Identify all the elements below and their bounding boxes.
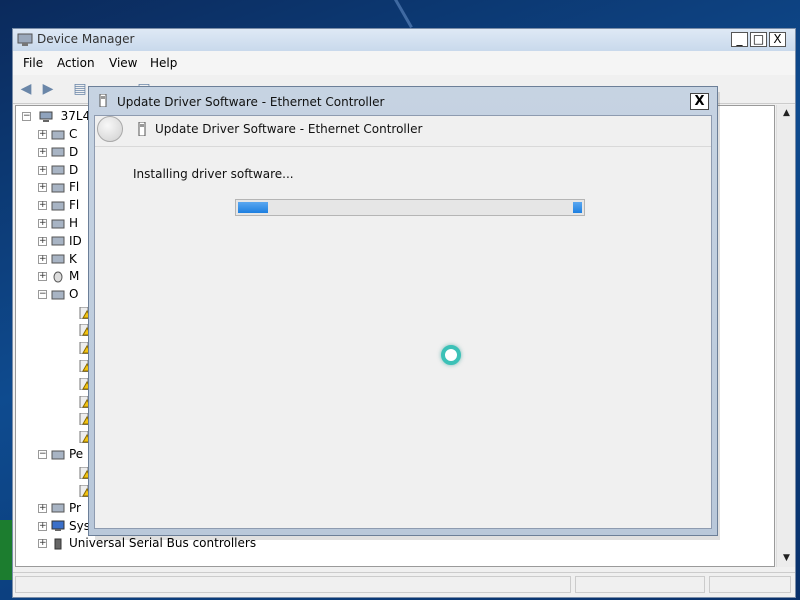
expand-icon[interactable]: + — [38, 147, 47, 157]
collapse-icon[interactable]: − — [38, 450, 47, 460]
tree-root[interactable]: − 37L42 — [22, 107, 98, 125]
tree-item[interactable]: + Fl — [38, 196, 79, 214]
progress-segment — [238, 202, 268, 213]
menu-help[interactable]: Help — [150, 56, 177, 70]
system-devices-icon — [51, 520, 65, 532]
expand-icon[interactable]: + — [38, 503, 47, 513]
expand-icon[interactable]: + — [38, 539, 47, 549]
usb-icon — [54, 538, 62, 550]
install-status-text: Installing driver software... — [133, 167, 294, 181]
tree-item-label: H — [69, 216, 79, 230]
tree-item-label: Fl — [69, 198, 80, 213]
processor-icon — [51, 503, 65, 513]
expand-icon[interactable]: + — [38, 219, 47, 228]
install-progress-bar — [235, 199, 585, 216]
collapse-icon[interactable]: − — [22, 112, 31, 121]
ports-icon — [51, 450, 65, 460]
back-button[interactable] — [97, 116, 123, 142]
maximize-button[interactable]: □ — [750, 32, 767, 47]
network-card-icon — [99, 94, 107, 107]
expand-icon[interactable]: + — [38, 521, 47, 531]
computer-icon — [39, 111, 53, 122]
status-cell-main — [15, 576, 571, 593]
desktop-gadget-sliver — [0, 520, 12, 580]
scroll-up-icon[interactable]: ▲ — [777, 105, 796, 122]
dialog-titlebar[interactable]: Update Driver Software - Ethernet Contro… — [89, 87, 717, 115]
desktop-background-streak — [390, 0, 413, 29]
close-button[interactable]: X — [769, 32, 786, 47]
tree-item-label: Pr — [69, 500, 81, 515]
status-cell-3 — [709, 576, 791, 593]
dialog-client-area: Update Driver Software - Ethernet Contro… — [94, 115, 712, 529]
keyboard-icon — [51, 254, 65, 264]
computer-icon — [51, 130, 65, 139]
device-manager-title: Device Manager — [37, 32, 135, 46]
progress-segment — [573, 202, 582, 213]
menu-file[interactable]: File — [23, 56, 43, 70]
tree-item[interactable]: − O — [38, 285, 78, 303]
mouse-icon — [53, 271, 63, 283]
dialog-header: Update Driver Software - Ethernet Contro… — [95, 116, 711, 147]
tree-item[interactable]: + H — [38, 214, 78, 232]
tree-item-label: D — [69, 162, 79, 177]
network-card-icon — [138, 122, 146, 136]
dialog-title: Update Driver Software - Ethernet Contro… — [117, 95, 385, 109]
busy-spinner-icon — [441, 345, 461, 365]
expand-icon[interactable]: + — [38, 272, 47, 282]
tree-item[interactable]: + C — [38, 125, 77, 143]
vertical-scrollbar[interactable]: ▲ ▼ — [776, 105, 795, 567]
status-cell-2 — [575, 576, 705, 593]
floppy-controller-icon — [51, 201, 65, 211]
menu-action[interactable]: Action — [57, 56, 95, 70]
dialog-close-button[interactable]: X — [690, 93, 709, 110]
device-manager-icon — [17, 33, 33, 46]
menu-bar: File Action View Help — [13, 51, 795, 76]
tree-item-label: Pe — [69, 447, 84, 462]
forward-arrow-icon[interactable]: ▶ — [39, 81, 57, 97]
tree-item[interactable]: + D — [38, 161, 78, 179]
expand-icon[interactable]: + — [38, 254, 47, 264]
tree-item[interactable]: + ID — [38, 232, 82, 250]
tree-item[interactable]: + M — [38, 267, 79, 285]
other-devices-icon — [51, 290, 65, 300]
expand-icon[interactable]: + — [38, 201, 47, 211]
tree-item[interactable]: + D — [38, 143, 78, 161]
tree-item-label: ID — [69, 233, 82, 248]
tree-item-label: O — [69, 287, 79, 302]
dialog-header-title: Update Driver Software - Ethernet Contro… — [155, 122, 423, 136]
display-icon — [51, 165, 65, 175]
scroll-down-icon[interactable]: ▼ — [777, 550, 796, 567]
collapse-icon[interactable]: − — [38, 290, 47, 300]
expand-icon[interactable]: + — [38, 130, 47, 139]
drive-icon — [51, 147, 65, 157]
tree-item[interactable]: + K — [38, 250, 77, 268]
properties-icon[interactable]: ▤ — [71, 81, 89, 97]
ide-icon — [51, 236, 65, 246]
tree-item-label: M — [69, 269, 80, 284]
tree-item[interactable]: + Fl — [38, 178, 79, 196]
minimize-button[interactable]: _ — [731, 32, 748, 47]
expand-icon[interactable]: + — [38, 236, 47, 246]
menu-view[interactable]: View — [109, 56, 137, 70]
status-bar — [13, 572, 795, 597]
floppy-icon — [51, 183, 65, 193]
tree-item-label: K — [69, 251, 77, 266]
tree-item[interactable]: − Pe — [38, 445, 83, 463]
tree-item[interactable]: + Pr — [38, 499, 81, 517]
tree-item-label: D — [69, 144, 79, 159]
tree-item-label: C — [69, 127, 78, 141]
back-arrow-icon[interactable]: ◀ — [17, 81, 35, 97]
expand-icon[interactable]: + — [38, 183, 47, 193]
update-driver-dialog: Update Driver Software - Ethernet Contro… — [88, 86, 718, 536]
tree-item-label: Fl — [69, 180, 80, 195]
device-manager-titlebar[interactable]: Device Manager _ □ X — [13, 29, 795, 51]
expand-icon[interactable]: + — [38, 165, 47, 175]
hid-icon — [51, 219, 65, 228]
